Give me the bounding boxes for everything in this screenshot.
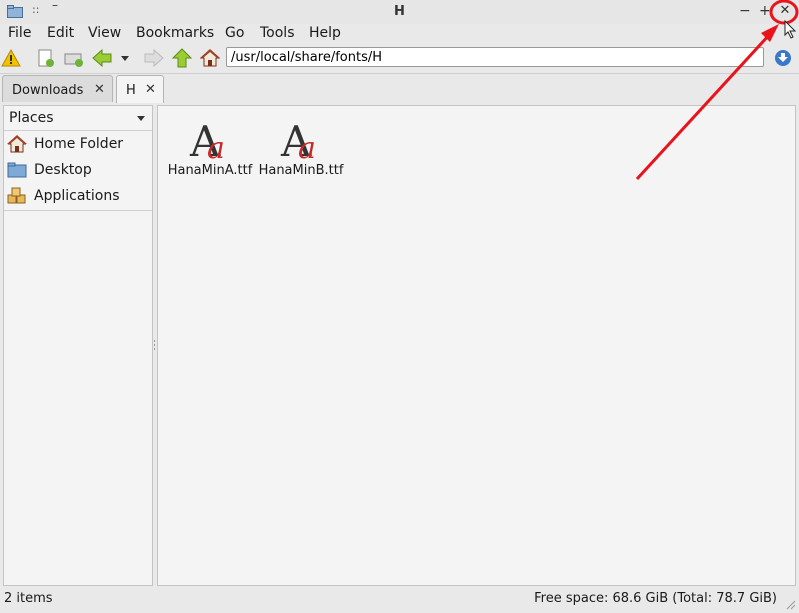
tab-close-icon[interactable]: ✕ [94,82,105,97]
forward-icon[interactable] [144,48,164,68]
menu-edit[interactable]: Edit [47,25,74,41]
places-label: Places [9,110,54,126]
resize-grip-icon[interactable] [784,598,796,610]
pane-splitter-handle[interactable] [153,340,156,354]
menu-help[interactable]: Help [309,25,341,41]
warning-icon[interactable] [1,48,21,68]
go-icon[interactable] [773,48,793,68]
desktop-icon [7,162,27,178]
menu-view[interactable]: View [88,25,121,41]
tab-downloads[interactable]: Downloads ✕ [2,75,113,102]
places-divider [4,210,152,211]
back-icon[interactable] [92,48,112,68]
sidebar-item-label: Applications [34,188,120,204]
menu-file[interactable]: File [8,25,31,41]
file-name: HanaMinB.ttf [258,163,344,178]
tab-close-icon[interactable]: ✕ [145,82,156,97]
file-view[interactable]: A a HanaMinA.ttf A a HanaMinB.ttf [157,105,796,586]
minimize-button[interactable]: − [739,2,751,20]
svg-text:a: a [298,131,316,162]
font-file-icon: A a [189,117,225,162]
file-item[interactable]: A a HanaMinA.ttf [164,116,256,186]
sidebar-item-applications[interactable]: Applications [4,184,152,208]
menu-go[interactable]: Go [225,25,244,41]
item-count: 2 items [4,591,53,606]
sidebar-item-label: Home Folder [34,136,124,152]
sidebar-item-home-folder[interactable]: Home Folder [4,132,152,156]
home-folder-icon [7,135,27,153]
location-input[interactable] [226,47,764,67]
mouse-cursor-icon [784,20,797,39]
new-window-icon[interactable] [64,48,84,68]
tab-h[interactable]: H ✕ [116,75,164,103]
status-bar: 2 items Free space: 68.6 GiB (Total: 78.… [0,587,799,613]
sidebar: Places Home Folder Desktop Applications [3,105,153,586]
free-space: Free space: 68.6 GiB (Total: 78.7 GiB) [534,591,777,606]
menu-bar: File Edit View Bookmarks Go Tools Help [0,24,799,44]
new-tab-icon[interactable] [36,48,56,68]
tab-label: H [126,83,136,98]
font-file-icon: A a [280,117,316,162]
close-button[interactable]: ✕ [777,2,793,20]
history-dropdown-icon[interactable] [119,48,131,68]
svg-text:a: a [207,131,225,162]
file-name: HanaMinA.ttf [167,163,253,178]
home-icon[interactable] [200,48,220,68]
menu-tools[interactable]: Tools [260,25,295,41]
toolbar-divider [0,73,799,74]
tab-bar: Downloads ✕ H ✕ [0,75,799,103]
places-header[interactable]: Places [4,106,152,131]
applications-icon [7,187,26,204]
title-bar: :: – H − + ✕ [0,0,799,24]
file-item[interactable]: A a HanaMinB.ttf [255,116,347,186]
sidebar-item-desktop[interactable]: Desktop [4,158,152,182]
maximize-button[interactable]: + [759,2,771,20]
up-icon[interactable] [172,48,192,68]
sidebar-item-label: Desktop [34,162,92,178]
window-title: H [394,4,405,19]
menu-bookmarks[interactable]: Bookmarks [136,25,214,41]
tab-label: Downloads [12,83,84,98]
chevron-down-icon[interactable] [137,116,145,121]
